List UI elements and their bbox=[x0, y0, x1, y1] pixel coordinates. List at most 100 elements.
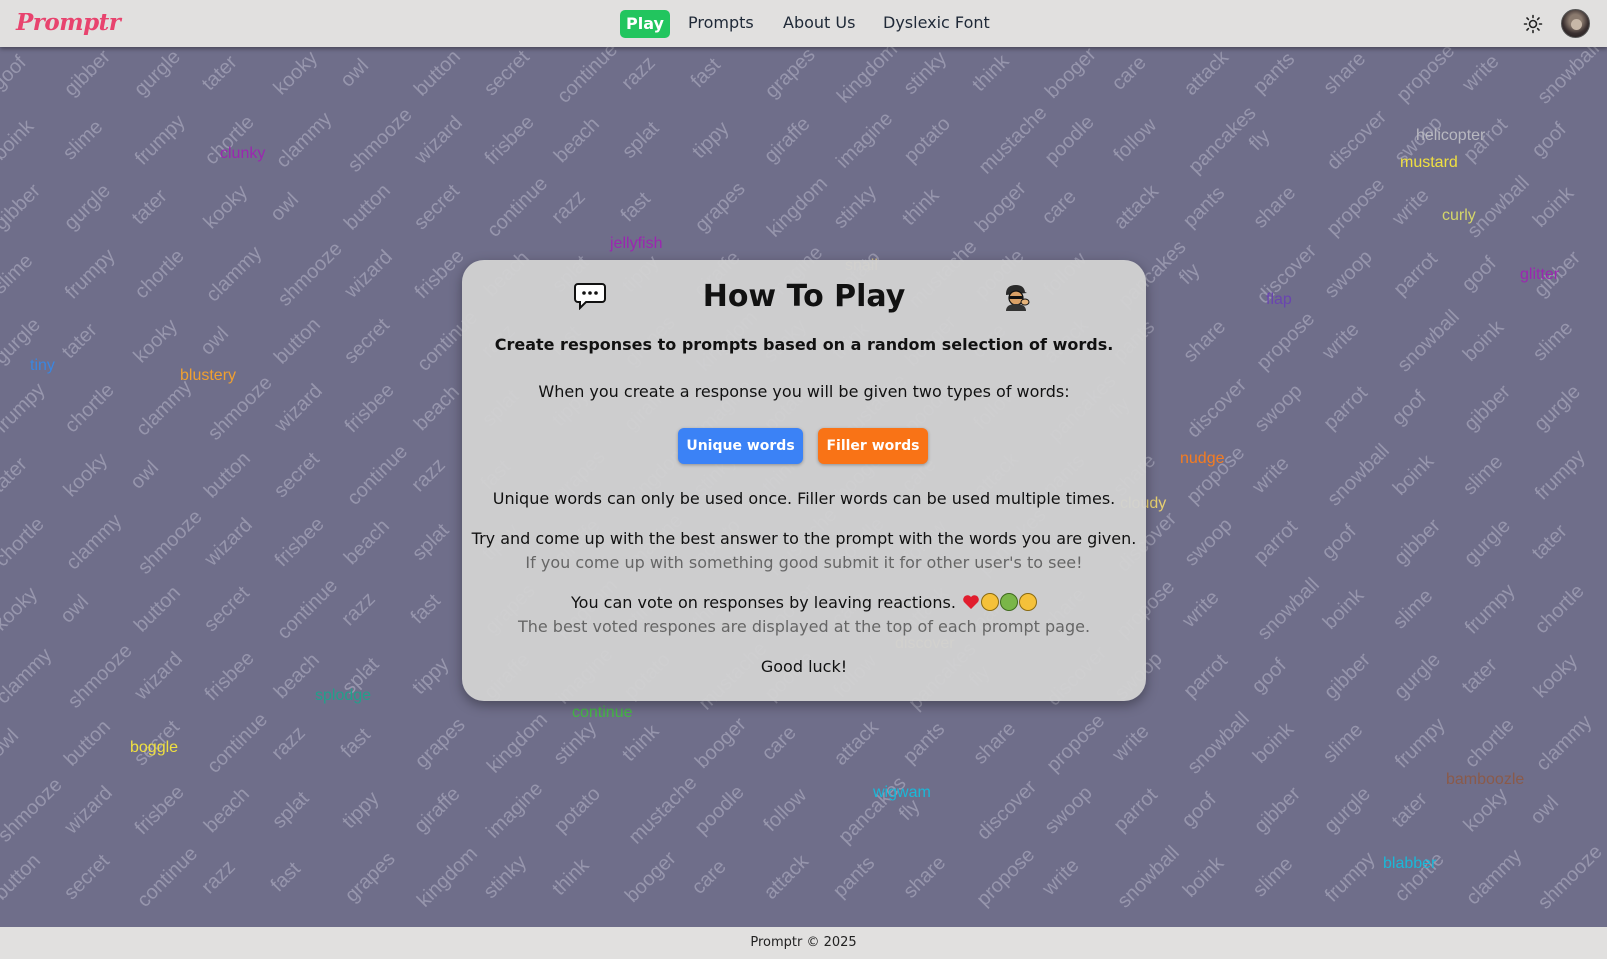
background-word: propose bbox=[1322, 173, 1390, 241]
floating-word: mustard bbox=[1400, 154, 1458, 171]
background-word: wizard bbox=[200, 513, 257, 571]
background-word: kooky bbox=[269, 47, 323, 100]
background-word: snowball bbox=[1183, 707, 1254, 779]
background-word: gibber bbox=[1320, 648, 1375, 704]
background-word: booger bbox=[620, 847, 681, 907]
background-word: think bbox=[548, 854, 594, 900]
logo[interactable]: Promptr bbox=[16, 9, 121, 36]
background-word: button bbox=[130, 581, 185, 637]
good-luck-text: Good luck! bbox=[760, 657, 848, 676]
background-word: gurgle bbox=[60, 179, 115, 235]
background-word: frumpy bbox=[130, 110, 190, 170]
filler-words-button[interactable]: Filler words bbox=[818, 428, 928, 464]
background-word: stinky bbox=[899, 47, 952, 100]
background-word: slime bbox=[1388, 584, 1438, 634]
background-word: clammy bbox=[1531, 711, 1597, 776]
floating-word: glitter bbox=[1520, 266, 1560, 283]
background-word: tater bbox=[1527, 520, 1572, 565]
background-word: wizard bbox=[60, 781, 117, 839]
background-word: splat bbox=[408, 519, 454, 565]
spy-icon bbox=[1006, 285, 1030, 311]
background-word: gurgle bbox=[1530, 380, 1585, 436]
background-word: giraffe bbox=[409, 782, 465, 838]
floating-word: jellyfish bbox=[610, 235, 663, 252]
background-word: imagine bbox=[482, 777, 548, 843]
background-word: frisbee bbox=[130, 781, 189, 840]
background-word: pants bbox=[899, 718, 950, 769]
background-word: fast bbox=[686, 53, 725, 93]
background-word: think bbox=[898, 184, 944, 230]
background-word: clammy bbox=[61, 510, 127, 575]
background-word: booger bbox=[1040, 47, 1101, 103]
background-word: chortle bbox=[60, 379, 119, 438]
background-word: button bbox=[410, 47, 465, 101]
background-word: potato bbox=[900, 112, 955, 168]
background-word: kooky bbox=[0, 582, 43, 636]
background-word: write bbox=[1108, 720, 1154, 766]
background-word: owl bbox=[126, 456, 164, 494]
nav-prompts[interactable]: Prompts bbox=[688, 13, 754, 32]
background-word: frisbee bbox=[340, 379, 399, 438]
sun-icon[interactable] bbox=[1523, 14, 1543, 34]
background-word: splat bbox=[618, 117, 664, 163]
background-word: potato bbox=[550, 782, 605, 838]
vote-line: You can vote on responses by leaving rea… bbox=[462, 593, 1146, 612]
floating-word: wigwam bbox=[873, 784, 931, 801]
background-word: gibber bbox=[0, 179, 45, 235]
background-word: boink bbox=[1248, 718, 1299, 768]
background-word: giraffe bbox=[759, 112, 815, 168]
background-word: propose bbox=[1042, 709, 1110, 777]
background-word: stinky bbox=[549, 717, 602, 770]
background-word: boink bbox=[1528, 182, 1579, 232]
background-word: continue bbox=[482, 172, 552, 242]
background-word: swoop bbox=[1040, 781, 1097, 839]
background-word: chortle bbox=[1460, 714, 1519, 773]
background-word: continue bbox=[552, 47, 622, 108]
background-word: parrot bbox=[1249, 515, 1303, 569]
floating-word: boggle bbox=[130, 739, 179, 756]
background-word: razz bbox=[267, 722, 310, 765]
background-word: swoop bbox=[1320, 245, 1377, 303]
floating-word: helicopter bbox=[1416, 127, 1486, 144]
background-word: kooky bbox=[1459, 783, 1513, 837]
background-word: discover bbox=[972, 776, 1042, 845]
background-word: secret bbox=[199, 582, 254, 637]
background-word: frumpy bbox=[1460, 579, 1520, 639]
background-word: goof bbox=[1247, 654, 1291, 698]
background-word: boink bbox=[1178, 852, 1229, 902]
background-word: beach bbox=[339, 515, 394, 570]
background-word: beach bbox=[549, 113, 604, 168]
background-word: care bbox=[687, 855, 731, 899]
rolling-eyes-icon bbox=[1019, 593, 1037, 611]
background-word: write bbox=[1458, 50, 1504, 96]
footer: Promptr © 2025 bbox=[0, 927, 1607, 959]
unique-words-button[interactable]: Unique words bbox=[678, 428, 803, 464]
background-word: care bbox=[1107, 51, 1151, 95]
nav-play[interactable]: Play bbox=[620, 10, 670, 38]
background-word: tater bbox=[1387, 788, 1432, 833]
word-types-text: When you create a response you will be g… bbox=[538, 382, 1070, 401]
background-word: think bbox=[968, 50, 1014, 96]
background-word: continue bbox=[272, 574, 342, 644]
background-word: snowball bbox=[1253, 573, 1324, 645]
background-word: boink bbox=[1388, 450, 1439, 500]
background-word: razz bbox=[337, 588, 380, 631]
nav-about-us[interactable]: About Us bbox=[783, 13, 855, 32]
background-word: chortle bbox=[1530, 580, 1589, 639]
background-word: write bbox=[1248, 452, 1294, 498]
background-word: parrot bbox=[1389, 247, 1443, 301]
background-word: tippy bbox=[408, 653, 454, 699]
background-word: owl bbox=[196, 322, 234, 360]
background-word: continue bbox=[132, 842, 202, 912]
background-word: care bbox=[1037, 185, 1081, 229]
background-word: clammy bbox=[131, 376, 197, 441]
avatar[interactable] bbox=[1561, 9, 1590, 38]
background-word: goof bbox=[1177, 788, 1221, 832]
background-word: gurgle bbox=[130, 47, 185, 101]
background-word: fast bbox=[266, 857, 305, 897]
background-word: kingdom bbox=[412, 842, 482, 912]
nav-dyslexic-font[interactable]: Dyslexic Font bbox=[883, 13, 990, 32]
background-word: booger bbox=[690, 713, 751, 773]
background-word: write bbox=[1318, 318, 1364, 364]
background-word: fast bbox=[336, 723, 375, 763]
